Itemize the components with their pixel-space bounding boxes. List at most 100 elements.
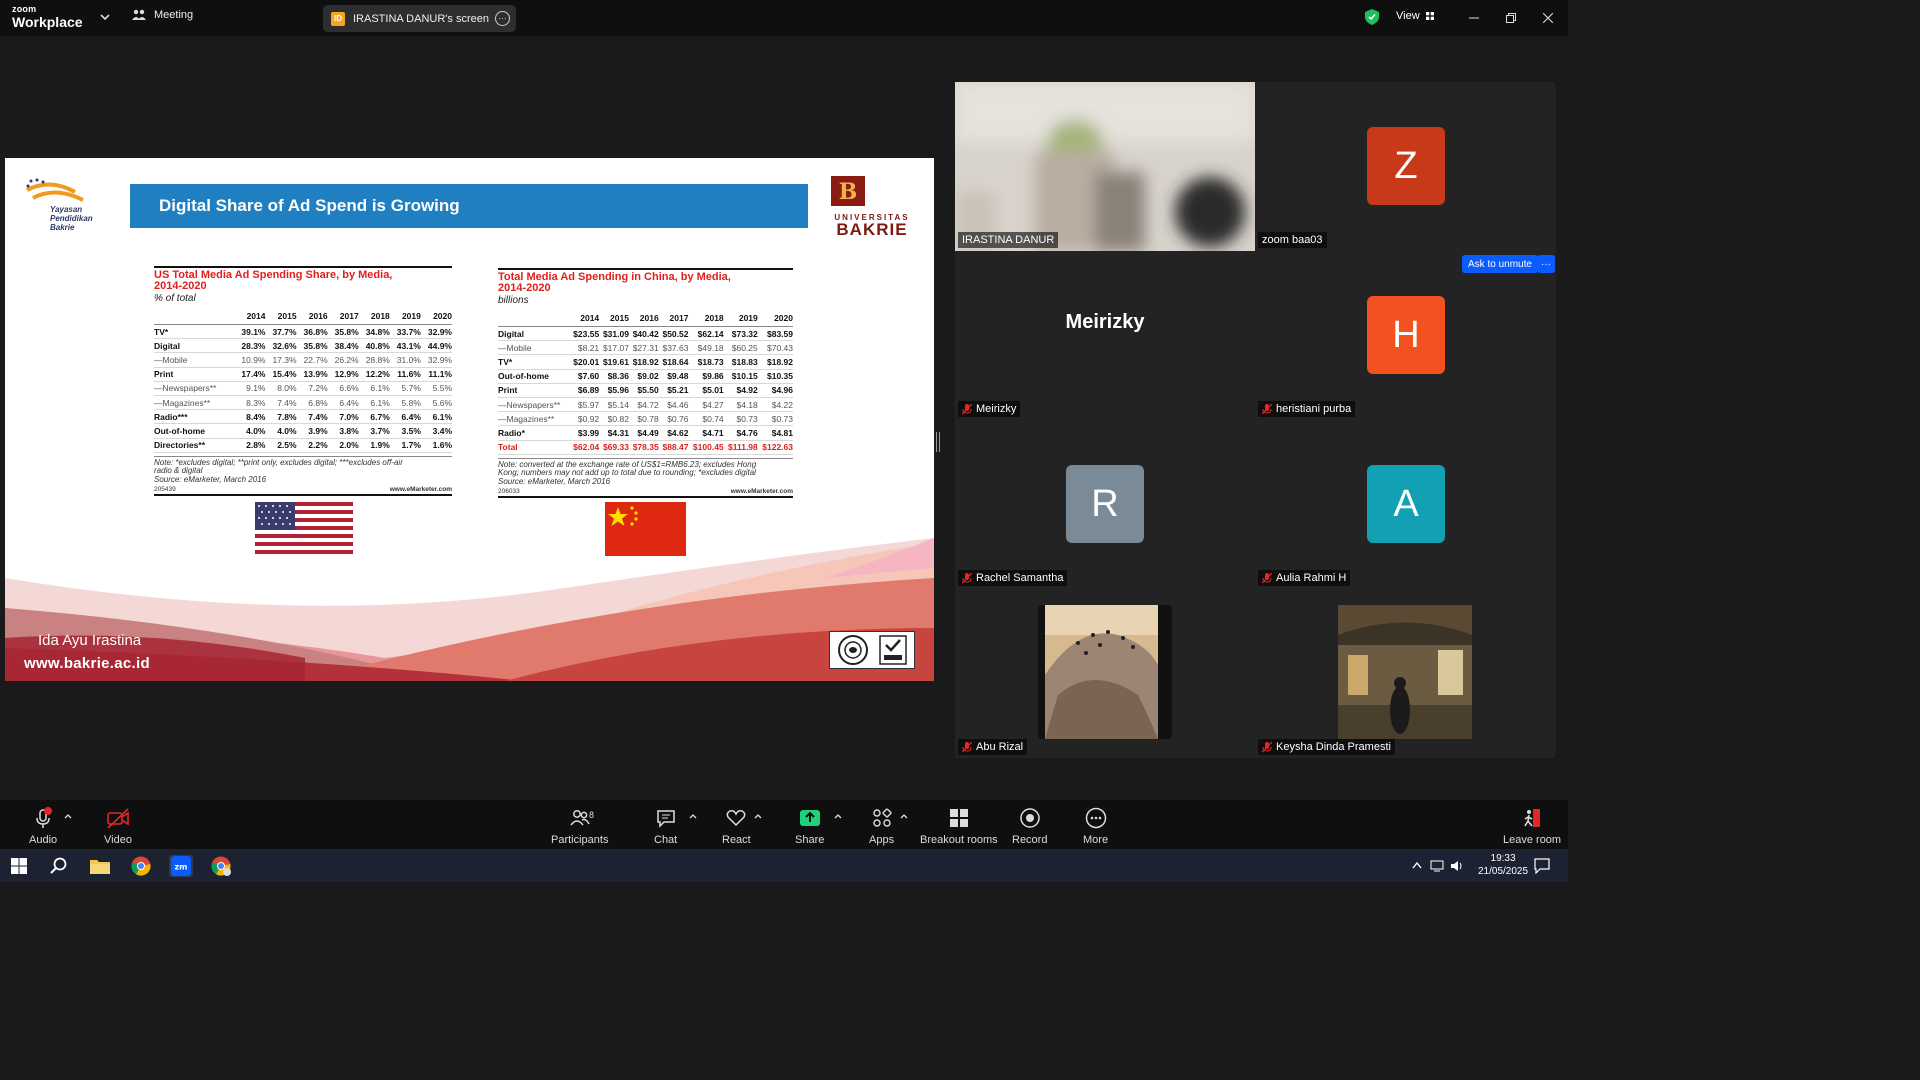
breakout-rooms-button[interactable]: Breakout rooms xyxy=(920,806,998,846)
chevron-down-icon[interactable] xyxy=(98,10,112,24)
participant-tile[interactable]: Z zoom baa03 xyxy=(1255,82,1555,251)
iso-certification-icon xyxy=(838,635,868,665)
table-cell: 2.2% xyxy=(296,438,328,453)
chevron-up-icon[interactable] xyxy=(689,812,697,820)
table-cell: $27.31 xyxy=(628,340,659,356)
table-cell: 13.9% xyxy=(296,367,328,382)
minimize-button[interactable] xyxy=(1464,8,1484,28)
table-cell: 6.1% xyxy=(420,409,452,425)
table-cell: $4.92 xyxy=(723,383,758,398)
share-button[interactable]: Share xyxy=(795,806,824,846)
table-cell: 11.6% xyxy=(389,367,421,382)
zoom-workplace-logo[interactable]: zoom Workplace xyxy=(12,5,83,30)
participant-tile[interactable]: R Rachel Samantha xyxy=(955,420,1255,589)
table-row: —Magazines** $0.92 $0.82 $0.78 $0.76 $0.74 $0.… xyxy=(498,411,793,427)
chevron-up-icon[interactable] xyxy=(900,812,908,820)
title-bar: zoom Workplace Meeting ID IRASTINA DANUR… xyxy=(0,0,1568,36)
table-cell: 9.1% xyxy=(234,381,266,396)
table-cell: 8.0% xyxy=(265,381,297,396)
website-url: www.bakrie.ac.id xyxy=(24,655,150,672)
shared-screen-pill[interactable]: ID IRASTINA DANUR's screen ··· xyxy=(323,5,516,32)
column-header: 2015 xyxy=(599,312,629,327)
more-button[interactable]: More xyxy=(1083,806,1108,846)
restore-button[interactable] xyxy=(1501,8,1521,28)
table-cell: $73.32 xyxy=(723,326,758,342)
us-note-line3: Source: eMarketer, March 2016 xyxy=(154,474,267,484)
chevron-up-icon[interactable] xyxy=(754,812,762,820)
participant-tile[interactable]: IRASTINA DANUR xyxy=(955,82,1255,251)
table-cell: $5.96 xyxy=(599,383,629,398)
volume-icon[interactable] xyxy=(1450,859,1464,873)
table-row: Radio*** 8.4% 7.8% 7.4% 7.0% 6.7% 6.4% 6.1% xyxy=(154,409,452,425)
participant-tile[interactable]: H heristiani purba xyxy=(1255,251,1555,420)
table-cell: $100.45 xyxy=(688,440,724,455)
brand-bottom: Workplace xyxy=(12,14,83,30)
table-cell: 3.9% xyxy=(296,423,328,439)
close-button[interactable] xyxy=(1538,8,1558,28)
zoom-taskbar-button[interactable]: zm xyxy=(169,855,193,877)
participant-more-button[interactable]: ··· xyxy=(1537,255,1555,273)
system-clock[interactable]: 19:33 21/05/2025 xyxy=(1478,852,1528,878)
table-row: Print 17.4% 15.4% 13.9% 12.9% 12.2% 11.6% 11.1% xyxy=(154,367,452,382)
table-cell: $49.18 xyxy=(688,340,724,356)
chevron-up-icon[interactable] xyxy=(64,812,72,820)
table-cell: $4.96 xyxy=(757,383,793,398)
table-row: Out-of-home $7.60 $8.36 $9.02 $9.48 $9.86 $10.… xyxy=(498,369,793,384)
table-row: Total $62.04 $69.33 $78.35 $88.47 $100.45 $111… xyxy=(498,440,793,455)
react-button[interactable]: React xyxy=(722,806,751,846)
audio-label: Audio xyxy=(29,834,58,846)
org-line3: Bakrie xyxy=(50,223,75,232)
video-button[interactable]: Video xyxy=(104,806,132,846)
participant-tile[interactable]: A Aulia Rahmi H xyxy=(1255,420,1555,589)
table-row: TV* $20.01 $19.61 $18.92 $18.64 $18.73 $18.83 $… xyxy=(498,354,793,370)
participant-tile[interactable]: Meirizky Meirizky xyxy=(955,251,1255,420)
participant-tile[interactable]: Abu Rizal xyxy=(955,589,1255,758)
table-row: —Newspapers** $5.97 $5.14 $4.72 $4.46 $4.27 $4… xyxy=(498,397,793,413)
participant-avatar: A xyxy=(1367,465,1445,543)
table-cell: $7.60 xyxy=(569,369,600,384)
row-label: Directories** xyxy=(154,438,235,453)
encryption-shield-icon[interactable] xyxy=(1365,9,1379,25)
chevron-up-icon[interactable] xyxy=(1412,861,1422,869)
table-row: —Newspapers** 9.1% 8.0% 7.2% 6.6% 6.1% 5.7% 5.5… xyxy=(154,381,452,396)
table-cell: $4.18 xyxy=(723,397,758,413)
participants-button[interactable]: Participants xyxy=(551,806,608,846)
column-header: 2018 xyxy=(688,312,724,327)
ask-to-unmute-button[interactable]: Ask to unmute xyxy=(1462,255,1538,273)
meeting-tab[interactable]: Meeting xyxy=(132,9,193,21)
view-label: View xyxy=(1396,10,1420,22)
table-cell: $18.83 xyxy=(723,354,758,370)
view-button[interactable]: View xyxy=(1396,10,1434,22)
participant-tile[interactable]: Keysha Dinda Pramesti xyxy=(1255,589,1555,758)
table-cell: $37.63 xyxy=(658,340,689,356)
start-button[interactable] xyxy=(8,855,30,877)
chrome-button[interactable] xyxy=(130,855,152,877)
audio-button[interactable]: Audio xyxy=(29,806,57,846)
table-cell: $18.92 xyxy=(757,354,793,370)
network-icon[interactable] xyxy=(1430,859,1444,873)
record-button[interactable]: Record xyxy=(1012,806,1047,846)
chat-button[interactable]: Chat xyxy=(654,806,677,846)
notifications-icon[interactable] xyxy=(1534,858,1550,874)
row-label: —Newspapers** xyxy=(154,381,235,396)
table-row: Print $6.89 $5.96 $5.50 $5.21 $5.01 $4.92 $4.96 xyxy=(498,383,793,398)
table-row: Radio* $3.99 $4.31 $4.49 $4.62 $4.71 $4.76 $4.8… xyxy=(498,425,793,441)
cn-table-title: Total Media Ad Spending in China, by Med… xyxy=(498,272,793,294)
us-table-title: US Total Media Ad Spending Share, by Med… xyxy=(154,270,452,292)
apps-icon xyxy=(872,808,892,827)
leave-room-button[interactable]: Leave room xyxy=(1503,806,1561,846)
cn-title-line2: 2014-2020 xyxy=(498,282,551,294)
participant-avatar: Z xyxy=(1367,127,1445,205)
more-options-icon[interactable]: ··· xyxy=(495,11,510,26)
panel-resize-handle[interactable] xyxy=(936,432,940,452)
file-explorer-button[interactable] xyxy=(89,855,111,877)
chevron-up-icon[interactable] xyxy=(834,812,842,820)
table-cell: $4.22 xyxy=(757,397,793,413)
apps-button[interactable]: Apps xyxy=(869,806,894,846)
chrome-profile-button[interactable] xyxy=(210,855,232,877)
table-cell: $4.72 xyxy=(628,397,659,413)
table-cell: $0.73 xyxy=(723,411,758,427)
search-button[interactable] xyxy=(48,855,70,877)
table-cell: 2.8% xyxy=(234,438,266,453)
table-cell: $0.82 xyxy=(599,411,629,427)
